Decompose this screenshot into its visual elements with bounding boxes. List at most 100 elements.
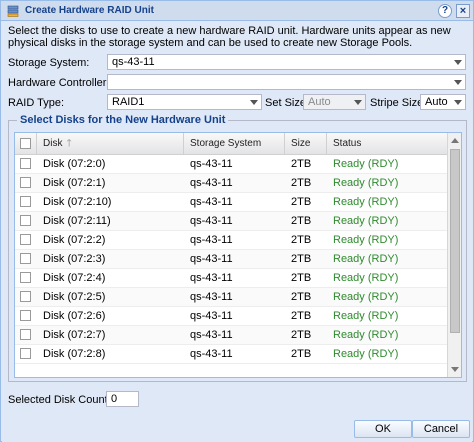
close-button[interactable]: × (456, 4, 470, 18)
column-header-disk[interactable]: Disk 🡑 (37, 133, 184, 155)
stripe-size-select[interactable]: Auto (420, 94, 466, 110)
table-row[interactable]: Disk (07:2:6) qs-43-11 2TB Ready (RDY) (15, 307, 447, 326)
disk-name: Disk (07:2:10) (43, 196, 112, 208)
disk-name: Disk (07:2:6) (43, 310, 106, 322)
stripe-size-value: Auto (425, 96, 448, 108)
storage-system-select[interactable]: qs-43-11 (107, 54, 466, 70)
select-all-checkbox[interactable] (20, 138, 31, 149)
row-checkbox[interactable] (20, 253, 31, 264)
disk-name: Disk (07:2:2) (43, 234, 106, 246)
disk-size: 2TB (291, 215, 312, 227)
row-checkbox[interactable] (20, 272, 31, 283)
raid-unit-icon (7, 5, 19, 17)
chevron-down-icon[interactable] (450, 75, 465, 89)
sort-ascending-icon: 🡑 (66, 138, 72, 149)
dialog-titlebar[interactable]: Create Hardware RAID Unit ? × (1, 1, 473, 21)
ok-button[interactable]: OK (354, 420, 412, 438)
storage-system-label: Storage System: (8, 57, 90, 69)
disk-grid: Disk 🡑 Storage System Size Status Disk (0… (14, 132, 462, 378)
storage-system: qs-43-11 (190, 196, 233, 208)
table-row[interactable]: Disk (07:2:0) qs-43-11 2TB Ready (RDY) (15, 155, 447, 174)
disk-name: Disk (07:2:5) (43, 291, 106, 303)
disk-status: Ready (RDY) (333, 215, 399, 227)
storage-system: qs-43-11 (190, 253, 233, 265)
grid-scrollbar[interactable] (447, 133, 461, 377)
table-row[interactable]: Disk (07:2:5) qs-43-11 2TB Ready (RDY) (15, 288, 447, 307)
disk-name: Disk (07:2:7) (43, 329, 106, 341)
disk-name: Disk (07:2:3) (43, 253, 106, 265)
disk-status: Ready (RDY) (333, 196, 399, 208)
disk-size: 2TB (291, 234, 312, 246)
disk-selection-legend: Select Disks for the New Hardware Unit (17, 114, 229, 126)
scrollbar-thumb[interactable] (450, 149, 460, 333)
disk-status: Ready (RDY) (333, 177, 399, 189)
table-row[interactable]: Disk (07:2:2) qs-43-11 2TB Ready (RDY) (15, 231, 447, 250)
chevron-down-icon[interactable] (246, 95, 261, 109)
chevron-down-icon[interactable] (450, 55, 465, 69)
row-checkbox[interactable] (20, 158, 31, 169)
disk-name: Disk (07:2:4) (43, 272, 106, 284)
column-header-size[interactable]: Size (285, 133, 327, 155)
disk-status: Ready (RDY) (333, 291, 399, 303)
column-disk-label: Disk (43, 138, 63, 149)
selected-disk-count-label: Selected Disk Count: (8, 394, 111, 406)
select-all-header[interactable] (15, 133, 37, 155)
disk-status: Ready (RDY) (333, 329, 399, 341)
stripe-size-label: Stripe Size: (370, 97, 427, 109)
row-checkbox[interactable] (20, 177, 31, 188)
row-checkbox[interactable] (20, 348, 31, 359)
table-row[interactable]: Disk (07:2:7) qs-43-11 2TB Ready (RDY) (15, 326, 447, 345)
grid-header: Disk 🡑 Storage System Size Status (15, 133, 447, 155)
table-row[interactable]: Disk (07:2:4) qs-43-11 2TB Ready (RDY) (15, 269, 447, 288)
scroll-up-arrow-icon[interactable] (451, 138, 459, 143)
table-row[interactable]: Disk (07:2:10) qs-43-11 2TB Ready (RDY) (15, 193, 447, 212)
dialog-title: Create Hardware RAID Unit (25, 5, 154, 16)
storage-system: qs-43-11 (190, 329, 233, 341)
column-header-storage-system[interactable]: Storage System (184, 133, 285, 155)
disk-size: 2TB (291, 329, 312, 341)
disk-name: Disk (07:2:11) (43, 215, 111, 227)
disk-status: Ready (RDY) (333, 158, 399, 170)
storage-system-value: qs-43-11 (112, 56, 155, 68)
chevron-down-icon (350, 95, 365, 109)
hardware-controller-select[interactable] (107, 74, 466, 90)
storage-system: qs-43-11 (190, 158, 233, 170)
disk-status: Ready (RDY) (333, 310, 399, 322)
disk-status: Ready (RDY) (333, 272, 399, 284)
row-checkbox[interactable] (20, 234, 31, 245)
row-checkbox[interactable] (20, 215, 31, 226)
table-row[interactable]: Disk (07:2:8) qs-43-11 2TB Ready (RDY) (15, 345, 447, 364)
dialog-description: Select the disks to use to create a new … (8, 25, 451, 49)
disk-status: Ready (RDY) (333, 234, 399, 246)
disk-size: 2TB (291, 158, 312, 170)
disk-size: 2TB (291, 348, 312, 360)
row-checkbox[interactable] (20, 329, 31, 340)
cancel-button[interactable]: Cancel (412, 420, 470, 438)
raid-type-select[interactable]: RAID1 (107, 94, 262, 110)
storage-system: qs-43-11 (190, 215, 233, 227)
row-checkbox[interactable] (20, 310, 31, 321)
table-row[interactable]: Disk (07:2:1) qs-43-11 2TB Ready (RDY) (15, 174, 447, 193)
storage-system: qs-43-11 (190, 291, 233, 303)
dialog-body: Select the disks to use to create a new … (2, 22, 472, 416)
row-checkbox[interactable] (20, 291, 31, 302)
table-row[interactable]: Disk (07:2:3) qs-43-11 2TB Ready (RDY) (15, 250, 447, 269)
set-size-value: Auto (308, 96, 331, 108)
chevron-down-icon[interactable] (450, 95, 465, 109)
storage-system: qs-43-11 (190, 348, 233, 360)
scroll-down-arrow-icon[interactable] (451, 367, 459, 372)
disk-name: Disk (07:2:1) (43, 177, 106, 189)
dialog-footer: OK Cancel (2, 416, 472, 442)
disk-size: 2TB (291, 177, 312, 189)
help-button[interactable]: ? (438, 4, 452, 18)
set-size-select: Auto (303, 94, 366, 110)
column-header-status[interactable]: Status (327, 133, 447, 155)
row-checkbox[interactable] (20, 196, 31, 207)
selected-disk-count-field: 0 (106, 391, 139, 407)
table-row[interactable]: Disk (07:2:11) qs-43-11 2TB Ready (RDY) (15, 212, 447, 231)
disk-size: 2TB (291, 196, 312, 208)
storage-system: qs-43-11 (190, 310, 233, 322)
storage-system: qs-43-11 (190, 234, 233, 246)
disk-size: 2TB (291, 310, 312, 322)
hardware-controller-label: Hardware Controller: (8, 77, 110, 89)
